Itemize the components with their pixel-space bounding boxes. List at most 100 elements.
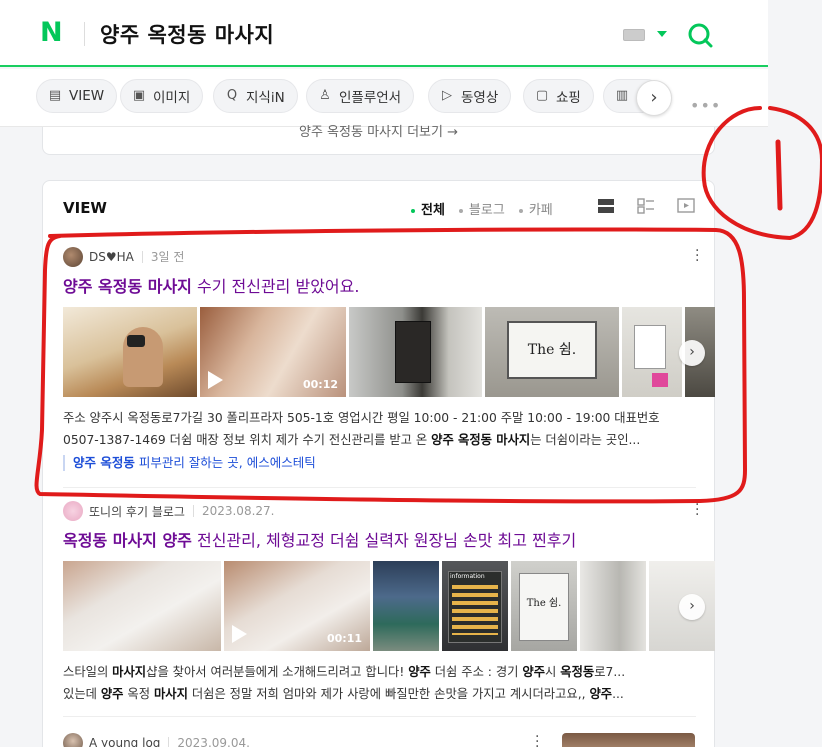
info-board-text: information — [450, 573, 485, 580]
post-title-rest: 전신관리, 체형교정 더쉼 실력자 원장님 손맛 최고 찐후기 — [191, 531, 577, 550]
sign-text: The 쉼. — [519, 573, 569, 641]
view-section-title: VIEW — [63, 199, 107, 217]
tab-view[interactable]: ▤ VIEW — [36, 79, 118, 113]
wide-view-icon[interactable] — [597, 197, 615, 215]
post-author[interactable]: DS♥HA — [89, 250, 134, 264]
thumbnail-image[interactable] — [373, 561, 439, 651]
thumbnail-image[interactable]: The 쉼. — [511, 561, 577, 651]
list-view-icon[interactable] — [637, 197, 655, 215]
tab-label: 동영상 — [461, 90, 499, 106]
search-icon[interactable] — [687, 22, 713, 48]
thumbnail-image[interactable] — [622, 307, 682, 397]
description-text: 샵을 찾아서 여러분들에게 소개해드리려고 합니다! — [146, 665, 409, 679]
description-line: 0507-1387-1469 더쉼 매장 정보 위치 제가 수기 전신관리를 받… — [63, 429, 695, 451]
description-keyword: 양주 — [100, 687, 124, 701]
post-meta: 또니의 후기 블로그 2023.08.27. — [63, 501, 717, 521]
description-text: 스타일의 — [63, 665, 113, 679]
thumbnail-image[interactable]: information — [442, 561, 508, 651]
view-section: VIEW 전체 블로그 카페 DS♥HA 3일 전 · · · 양주 옥정동 마사지… — [42, 180, 715, 747]
page: N 양주 옥정동 마사지 ▤ VIEW ▣ 이미지 Q 지식iN ♙ 인플루언서 ▷ 동영… — [0, 0, 822, 747]
thumbnail-video[interactable]: 00:11 — [224, 561, 370, 651]
news-icon: ▥ — [615, 88, 629, 103]
post-description: 스타일의 마사지샵을 찾아서 여러분들에게 소개해드리려고 합니다! 양주 더쉼… — [63, 661, 695, 705]
tab-shopping[interactable]: ▢ 쇼핑 — [523, 79, 594, 113]
description-line: 있는데 양주 옥정 마사지 더쉼은 정말 저희 엄마와 제가 사랑에 빠질만한 … — [63, 683, 695, 705]
view-post[interactable]: DS♥HA 3일 전 · · · 양주 옥정동 마사지 수기 전신관리 받았어요. … — [63, 244, 717, 471]
view-filters: 전체 블로그 카페 — [411, 199, 553, 218]
thumbnail-video[interactable]: 00:12 — [200, 307, 346, 397]
thumbnails-next-button[interactable]: › — [679, 340, 705, 366]
thumbnail-image[interactable] — [63, 561, 221, 651]
video-view-icon[interactable] — [677, 197, 695, 215]
post-more-icon[interactable]: · · · — [535, 730, 539, 747]
avatar[interactable] — [63, 501, 83, 521]
filter-label: 블로그 — [468, 203, 505, 218]
search-query-input[interactable]: 양주 옥정동 마사지 — [100, 19, 274, 49]
play-icon: ▷ — [442, 88, 452, 103]
knowledge-icon: Q — [226, 88, 238, 103]
post-title[interactable]: 양주 옥정동 마사지 수기 전신관리 받았어요. — [63, 273, 717, 297]
post-author[interactable]: 또니의 후기 블로그 — [89, 503, 185, 520]
more-icon[interactable]: ••• — [690, 96, 721, 115]
view-post[interactable]: 또니의 후기 블로그 2023.08.27. · · · 옥정동 마사지 양주 전신… — [63, 498, 717, 705]
tab-knowledge-in[interactable]: Q 지식iN — [213, 79, 298, 113]
play-icon — [232, 625, 247, 643]
keyword-bold: 양주 옥정동 — [73, 455, 135, 470]
description-line: 주소 양주시 옥정동로7가길 30 폴리프라자 505-1호 영업시간 평일 1… — [63, 411, 660, 425]
post-author[interactable]: A young log — [89, 736, 160, 747]
tab-label: 이미지 — [153, 90, 191, 106]
view-mode-buttons — [597, 197, 695, 215]
description-line: 스타일의 마사지샵을 찾아서 여러분들에게 소개해드리려고 합니다! 양주 더쉼… — [63, 661, 695, 683]
thumbnail-image[interactable] — [349, 307, 482, 397]
thumbnail-image[interactable] — [580, 561, 646, 651]
description-keyword: 마사지 — [153, 687, 188, 701]
post-title[interactable]: 옥정동 마사지 양주 전신관리, 체형교정 더쉼 실력자 원장님 손맛 최고 찐… — [63, 527, 717, 551]
post-date: 2023.09.04. — [168, 737, 250, 747]
description-text: 더쉼은 정말 저희 엄마와 제가 사랑에 빠질만한 손맛을 가지고 계시더라고요… — [187, 687, 590, 701]
annotation-circle — [701, 106, 822, 241]
description-text: 0507-1387-1469 더쉼 매장 정보 위치 제가 수기 전신관리를 받… — [63, 433, 432, 447]
related-keyword-link[interactable]: 양주 옥정동 피부관리 잘하는 곳, 에스에스테틱 — [63, 455, 717, 471]
avatar[interactable] — [63, 247, 83, 267]
post-divider — [63, 487, 696, 488]
tab-label: 인플루언서 — [339, 90, 402, 106]
tab-label: 쇼핑 — [556, 90, 581, 106]
view-post[interactable]: A young log 2023.09.04. · · · — [63, 730, 717, 747]
tab-label: VIEW — [69, 88, 105, 104]
thumbnails-next-button[interactable]: › — [679, 594, 705, 620]
previous-more-link[interactable]: 양주 옥정동 마사지 더보기 → — [43, 121, 714, 140]
keyword-rest: 피부관리 잘하는 곳, 에스에스테틱 — [134, 455, 316, 470]
view-icon: ▤ — [48, 88, 62, 103]
post-more-icon[interactable]: · · · — [695, 498, 699, 522]
avatar[interactable] — [63, 733, 83, 747]
filter-all[interactable]: 전체 — [411, 199, 445, 218]
description-keyword: 옥정동 — [560, 665, 595, 679]
filter-cafe[interactable]: 카페 — [518, 199, 553, 218]
filter-blog[interactable]: 블로그 — [458, 199, 505, 218]
thumbnail-image[interactable] — [63, 307, 197, 397]
chevron-down-icon[interactable] — [657, 31, 667, 37]
naver-logo[interactable]: N — [40, 19, 66, 46]
post-thumbnails: 00:11 information The 쉼. › — [63, 561, 715, 651]
description-keyword: 양주 — [408, 665, 431, 679]
tabs-next-button[interactable]: › — [636, 80, 672, 116]
keyboard-icon[interactable] — [623, 29, 645, 41]
description-text: 있는데 — [63, 687, 101, 701]
post-title-keyword: 양주 옥정동 마사지 — [63, 277, 192, 296]
tab-image[interactable]: ▣ 이미지 — [120, 79, 204, 113]
thumbnail-image[interactable] — [562, 733, 695, 747]
person-icon: ♙ — [319, 88, 331, 103]
thumbnail-image[interactable]: The 쉼. — [485, 307, 619, 397]
post-title-keyword: 옥정동 마사지 양주 — [63, 531, 192, 550]
description-text: 로7... — [594, 665, 626, 679]
post-more-icon[interactable]: · · · — [695, 244, 699, 268]
tab-influencer[interactable]: ♙ 인플루언서 — [306, 79, 415, 113]
post-divider — [63, 716, 696, 717]
post-date: 2023.08.27. — [192, 505, 274, 517]
filter-label: 전체 — [421, 203, 445, 218]
annotation-number-one — [775, 139, 783, 211]
description-keyword: 마사지 — [112, 665, 147, 679]
search-header: N 양주 옥정동 마사지 — [0, 0, 768, 67]
sign-text: The 쉼. — [507, 321, 597, 379]
tab-video[interactable]: ▷ 동영상 — [428, 79, 512, 113]
